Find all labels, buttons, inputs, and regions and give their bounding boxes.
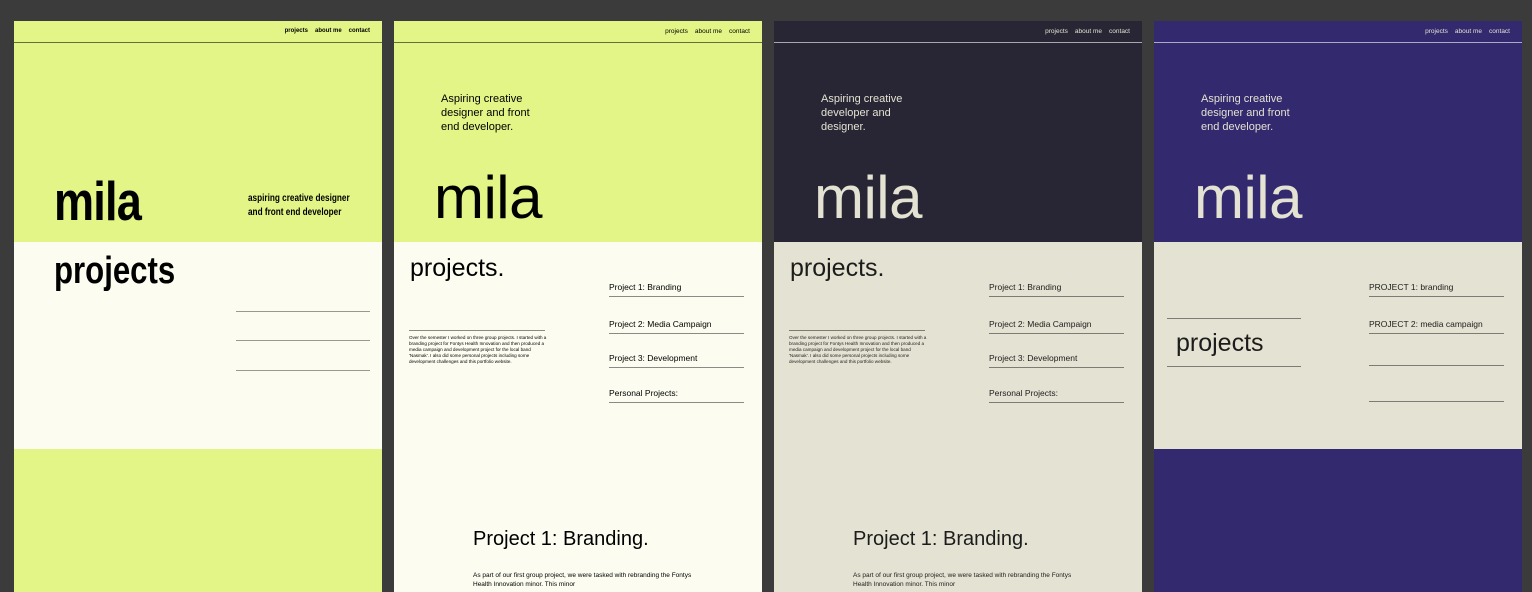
- nav-links: projects about me contact: [285, 28, 370, 34]
- project-line-1[interactable]: [236, 311, 370, 312]
- semester-blurb: Over the semester I worked on three grou…: [789, 335, 927, 364]
- nav-projects-link[interactable]: projects: [285, 28, 308, 34]
- nav-about-link[interactable]: about me: [1455, 28, 1482, 35]
- projects-heading: projects.: [790, 254, 885, 282]
- intro-text: Aspiring creative designer and front end…: [441, 93, 530, 133]
- name-heading: mila: [814, 164, 923, 231]
- intro-text: Aspiring creative developer and designer…: [821, 93, 903, 133]
- projects-heading: projects.: [410, 254, 505, 282]
- name-heading: mila: [434, 164, 543, 231]
- semester-blurb: Over the semester I worked on three grou…: [409, 335, 547, 364]
- nav-about-link[interactable]: about me: [315, 28, 342, 34]
- name-heading: mila: [1194, 164, 1303, 231]
- nav-about-link[interactable]: about me: [1075, 28, 1102, 35]
- nav-bar: projects about me contact: [14, 21, 382, 43]
- name-heading: mila: [54, 170, 142, 232]
- frame-3: projects about me contact Aspiring creat…: [774, 21, 1142, 592]
- project-item-empty-1[interactable]: [1369, 351, 1504, 366]
- frame-1: projects about me contact mila aspiring …: [14, 21, 382, 592]
- project-line-2[interactable]: [236, 340, 370, 341]
- intro-text: Aspiring creative designer and front end…: [1201, 93, 1290, 133]
- project-item-personal[interactable]: Personal Projects:: [609, 388, 744, 403]
- nav-links: projects about me contact: [1425, 28, 1510, 35]
- divider: [409, 330, 545, 331]
- projects-rule-top: [1167, 318, 1301, 319]
- nav-projects-link[interactable]: projects: [665, 28, 688, 35]
- nav-projects-link[interactable]: projects: [1045, 28, 1068, 35]
- project-line-3[interactable]: [236, 370, 370, 371]
- projects-heading: projects: [1176, 329, 1264, 357]
- project-item-branding[interactable]: Project 1: Branding: [609, 282, 744, 297]
- project-item-branding[interactable]: PROJECT 1: branding: [1369, 282, 1504, 297]
- projects-heading: projects: [54, 250, 176, 292]
- project-item-empty-2[interactable]: [1369, 387, 1504, 402]
- nav-bar: projects about me contact: [774, 21, 1142, 43]
- nav-projects-link[interactable]: projects: [1425, 28, 1448, 35]
- frame-4: projects about me contact Aspiring creat…: [1154, 21, 1522, 592]
- project-1-title: Project 1: Branding.: [853, 528, 1029, 550]
- project-item-development[interactable]: Project 3: Development: [609, 353, 744, 368]
- divider: [789, 330, 925, 331]
- nav-links: projects about me contact: [1045, 28, 1130, 35]
- project-1-body: As part of our first group project, we w…: [853, 572, 1072, 588]
- nav-bar: projects about me contact: [1154, 21, 1522, 43]
- project-item-personal[interactable]: Personal Projects:: [989, 388, 1124, 403]
- nav-contact-link[interactable]: contact: [1109, 28, 1130, 35]
- frame-2: projects about me contact Aspiring creat…: [394, 21, 762, 592]
- project-item-media[interactable]: Project 2: Media Campaign: [989, 319, 1124, 334]
- footer-section: [14, 449, 382, 592]
- nav-bar: projects about me contact: [394, 21, 762, 43]
- project-1-title: Project 1: Branding.: [473, 528, 649, 550]
- projects-rule-bottom: [1167, 366, 1301, 367]
- project-item-development[interactable]: Project 3: Development: [989, 353, 1124, 368]
- nav-contact-link[interactable]: contact: [729, 28, 750, 35]
- footer-section: [1154, 449, 1522, 592]
- tagline-line-1: aspiring creative designer: [248, 193, 350, 204]
- project-item-branding[interactable]: Project 1: Branding: [989, 282, 1124, 297]
- project-1-body: As part of our first group project, we w…: [473, 572, 692, 588]
- nav-links: projects about me contact: [665, 28, 750, 35]
- project-item-media[interactable]: Project 2: Media Campaign: [609, 319, 744, 334]
- tagline-line-2: and front end developer: [248, 207, 342, 218]
- nav-contact-link[interactable]: contact: [349, 28, 370, 34]
- nav-contact-link[interactable]: contact: [1489, 28, 1510, 35]
- project-item-media[interactable]: PROJECT 2: media campaign: [1369, 319, 1504, 334]
- nav-about-link[interactable]: about me: [695, 28, 722, 35]
